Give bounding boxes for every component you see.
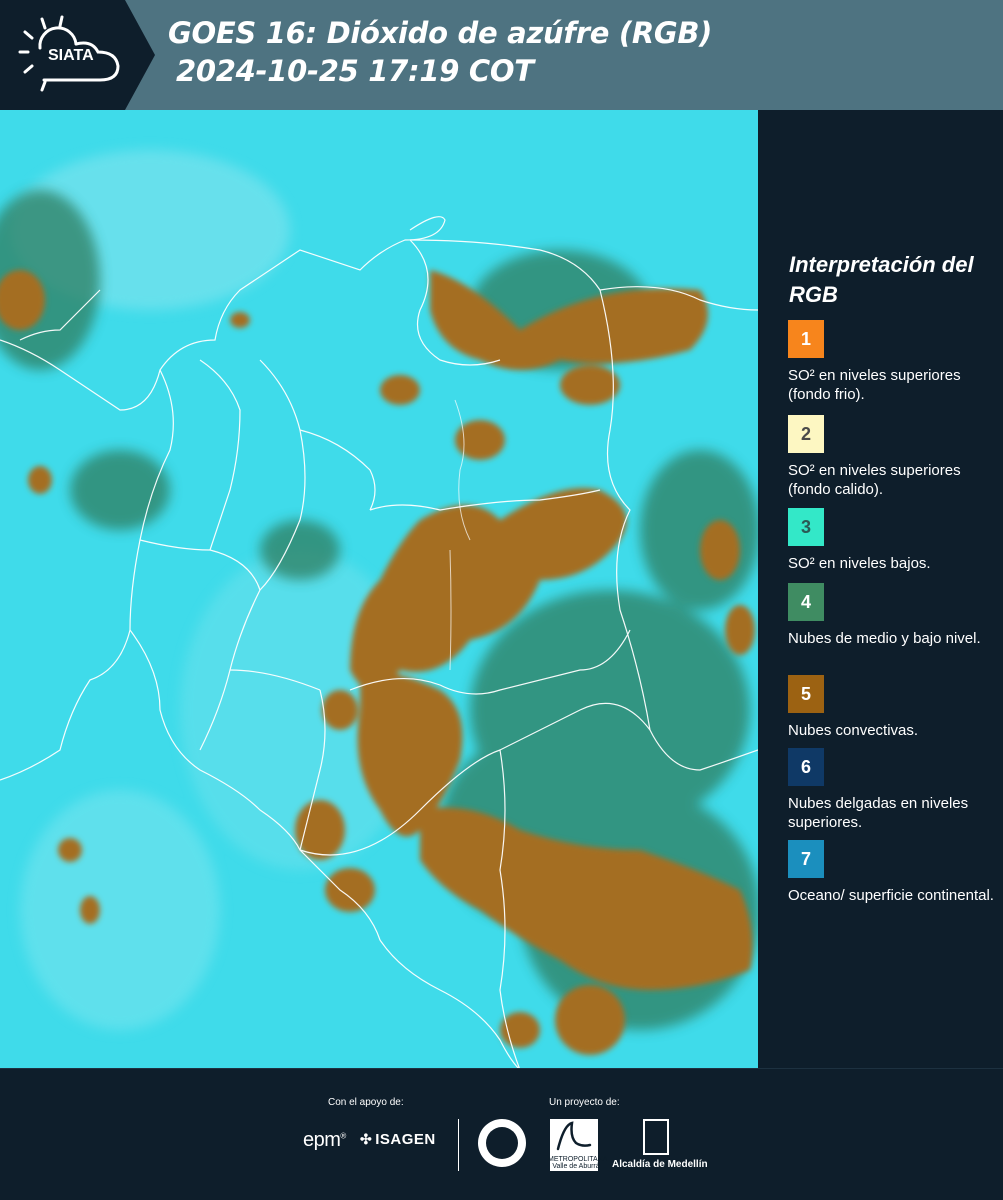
legend-text-3: SO² en niveles bajos.: [788, 555, 931, 572]
isagen-logo: ✣ ISAGEN: [360, 1131, 436, 1148]
medellin-seal-inner: [486, 1127, 518, 1159]
epm-registered-mark: ®: [340, 1131, 346, 1141]
legend-item-2: 2 SO² en niveles superiores (fondo calid…: [788, 415, 998, 499]
legend-number-4: 4: [800, 591, 811, 612]
legend-swatch-6: 6: [788, 748, 824, 786]
legend-swatch-7: 7: [788, 840, 824, 878]
satellite-map: [0, 110, 758, 1070]
isagen-logo-text: ISAGEN: [375, 1131, 436, 1148]
project-label: Un proyecto de:: [549, 1097, 620, 1108]
satellite-map-image: [0, 110, 758, 1070]
area-metropolitana-logo-icon: [556, 1121, 592, 1151]
legend-number-5: 5: [800, 683, 811, 704]
alcaldia-medellin-shield-icon: [643, 1119, 669, 1155]
isagen-mark-icon: ✣: [360, 1131, 373, 1147]
siata-logo: SIATA: [0, 0, 155, 110]
header-bar: SIATA GOES 16: Dióxido de azúfre (RGB) 2…: [0, 0, 1003, 110]
legend-number-2: 2: [800, 423, 811, 444]
legend-text-1: SO² en niveles superiores (fondo frio).: [788, 367, 961, 403]
legend-text-7: Oceano/ superficie continental.: [788, 887, 994, 904]
area-metropolitana-text: METROPOLITANA Valle de Aburrá: [548, 1156, 608, 1170]
legend-number-3: 3: [800, 516, 811, 537]
legend-swatch-1: 1: [788, 320, 824, 358]
legend-item-6: 6 Nubes delgadas en niveles superiores.: [788, 748, 998, 832]
legend-item-3: 3 SO² en niveles bajos.: [788, 508, 998, 573]
legend-number-6: 6: [800, 756, 811, 777]
legend-number-7: 7: [800, 848, 811, 869]
legend-item-1: 1 SO² en niveles superiores (fondo frio)…: [788, 320, 998, 404]
title-line-1: GOES 16: Dióxido de azúfre (RGB): [168, 16, 713, 50]
medellin-seal-icon: [478, 1119, 526, 1167]
alcaldia-medellin-text: Alcaldía de Medellín: [612, 1159, 708, 1170]
legend-text-6: Nubes delgadas en niveles superiores.: [788, 795, 969, 831]
legend-item-7: 7 Oceano/ superficie continental.: [788, 840, 998, 905]
legend-panel: Interpretación del RGB 1 SO² en niveles …: [760, 110, 1003, 1068]
page-title: GOES 16: Dióxido de azúfre (RGB) 2024-10…: [168, 14, 712, 90]
epm-logo-text: epm: [303, 1129, 341, 1151]
legend-swatch-4: 4: [788, 583, 824, 621]
footer-bar: Con el apoyo de: Un proyecto de: epm® ✣ I…: [0, 1068, 1003, 1200]
legend-item-5: 5 Nubes convectivas.: [788, 675, 998, 740]
epm-logo: epm®: [303, 1129, 346, 1152]
title-line-2: 2024-10-25 17:19 COT: [176, 54, 534, 88]
legend-title: Interpretación del RGB: [789, 252, 974, 307]
legend-swatch-2: 2: [788, 415, 824, 453]
support-label: Con el apoyo de:: [328, 1097, 404, 1108]
legend-text-4: Nubes de medio y bajo nivel.: [788, 630, 981, 647]
legend-swatch-5: 5: [788, 675, 824, 713]
legend-text-5: Nubes convectivas.: [788, 722, 919, 739]
siata-logo-text: SIATA: [48, 47, 94, 64]
legend-text-2: SO² en niveles superiores (fondo calido)…: [788, 462, 961, 498]
legend-swatch-3: 3: [788, 508, 824, 546]
legend-number-1: 1: [800, 328, 811, 349]
legend-item-4: 4 Nubes de medio y bajo nivel.: [788, 583, 998, 648]
footer-divider: [458, 1119, 459, 1171]
